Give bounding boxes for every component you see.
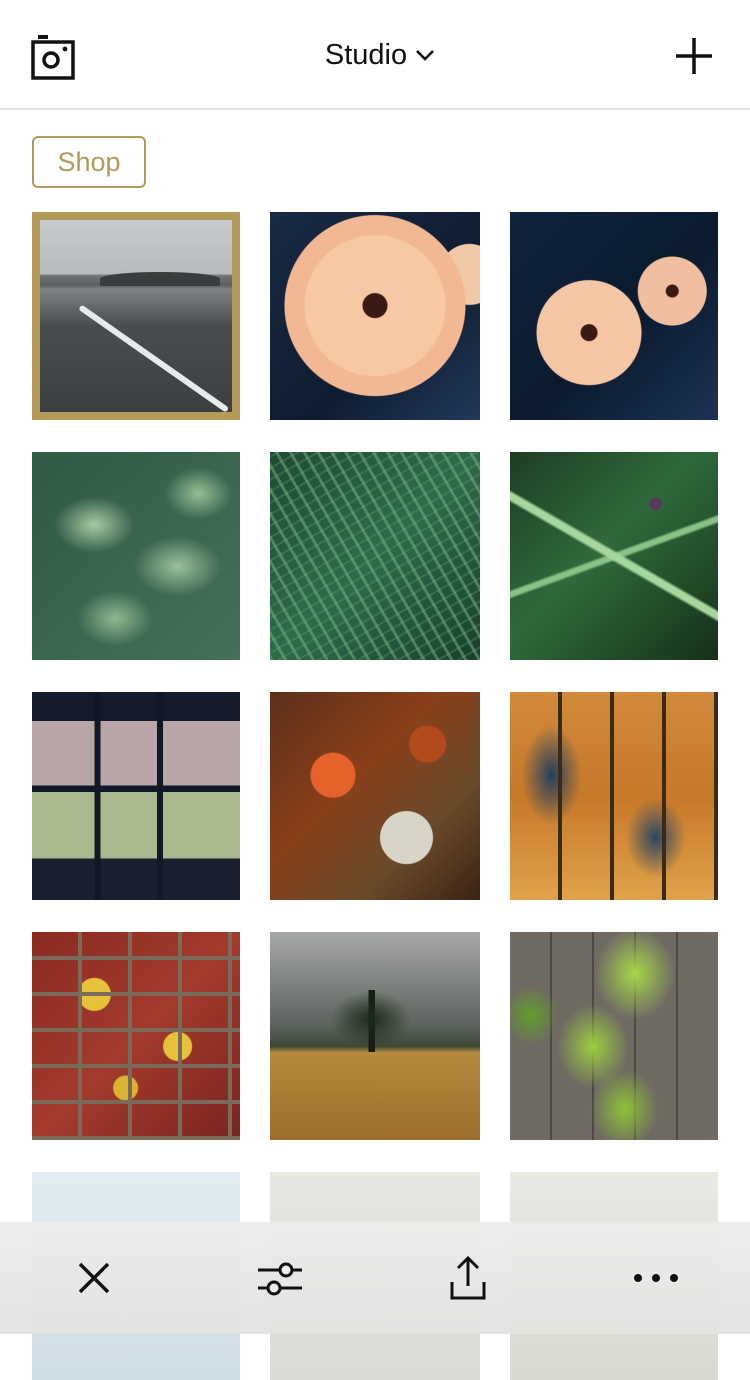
shop-button[interactable]: Shop	[32, 136, 146, 188]
adjust-button[interactable]	[254, 1252, 306, 1304]
close-button[interactable]	[68, 1252, 120, 1304]
thumbnail	[510, 212, 718, 420]
chevron-down-icon	[416, 50, 435, 61]
page-title: Studio	[324, 38, 408, 71]
grid-image[interactable]	[510, 932, 718, 1140]
add-button[interactable]	[672, 34, 716, 78]
thumbnail	[510, 452, 718, 660]
more-button[interactable]	[630, 1252, 682, 1304]
grid-image[interactable]	[32, 692, 240, 900]
thumbnail	[270, 212, 480, 420]
thumbnail	[40, 220, 232, 412]
thumbnail	[270, 452, 480, 660]
sliders-icon	[258, 1262, 302, 1296]
grid-image[interactable]	[270, 452, 480, 660]
camera-icon	[31, 35, 75, 80]
more-icon	[634, 1274, 678, 1282]
grid-image[interactable]	[32, 452, 240, 660]
thumbnail	[32, 932, 240, 1140]
thumbnail	[270, 932, 480, 1140]
grid-image[interactable]	[270, 692, 480, 900]
top-bar: Studio	[0, 0, 750, 110]
share-button[interactable]	[442, 1252, 494, 1304]
thumbnail	[270, 692, 480, 900]
thumbnail	[32, 452, 240, 660]
grid-image[interactable]	[32, 932, 240, 1140]
grid-image[interactable]	[270, 932, 480, 1140]
grid-image[interactable]	[32, 212, 240, 420]
grid-image[interactable]	[510, 212, 718, 420]
grid-image[interactable]	[270, 212, 480, 420]
camera-button[interactable]	[30, 34, 76, 80]
grid-image[interactable]	[510, 452, 718, 660]
plus-icon	[676, 38, 712, 74]
thumbnail	[32, 692, 240, 900]
thumbnail	[510, 692, 718, 900]
thumbnail	[510, 932, 718, 1140]
share-icon	[450, 1255, 486, 1300]
close-icon	[78, 1262, 110, 1294]
studio-dropdown[interactable]: Studio	[300, 32, 460, 78]
bottom-toolbar	[0, 1222, 750, 1334]
grid-image[interactable]	[510, 692, 718, 900]
